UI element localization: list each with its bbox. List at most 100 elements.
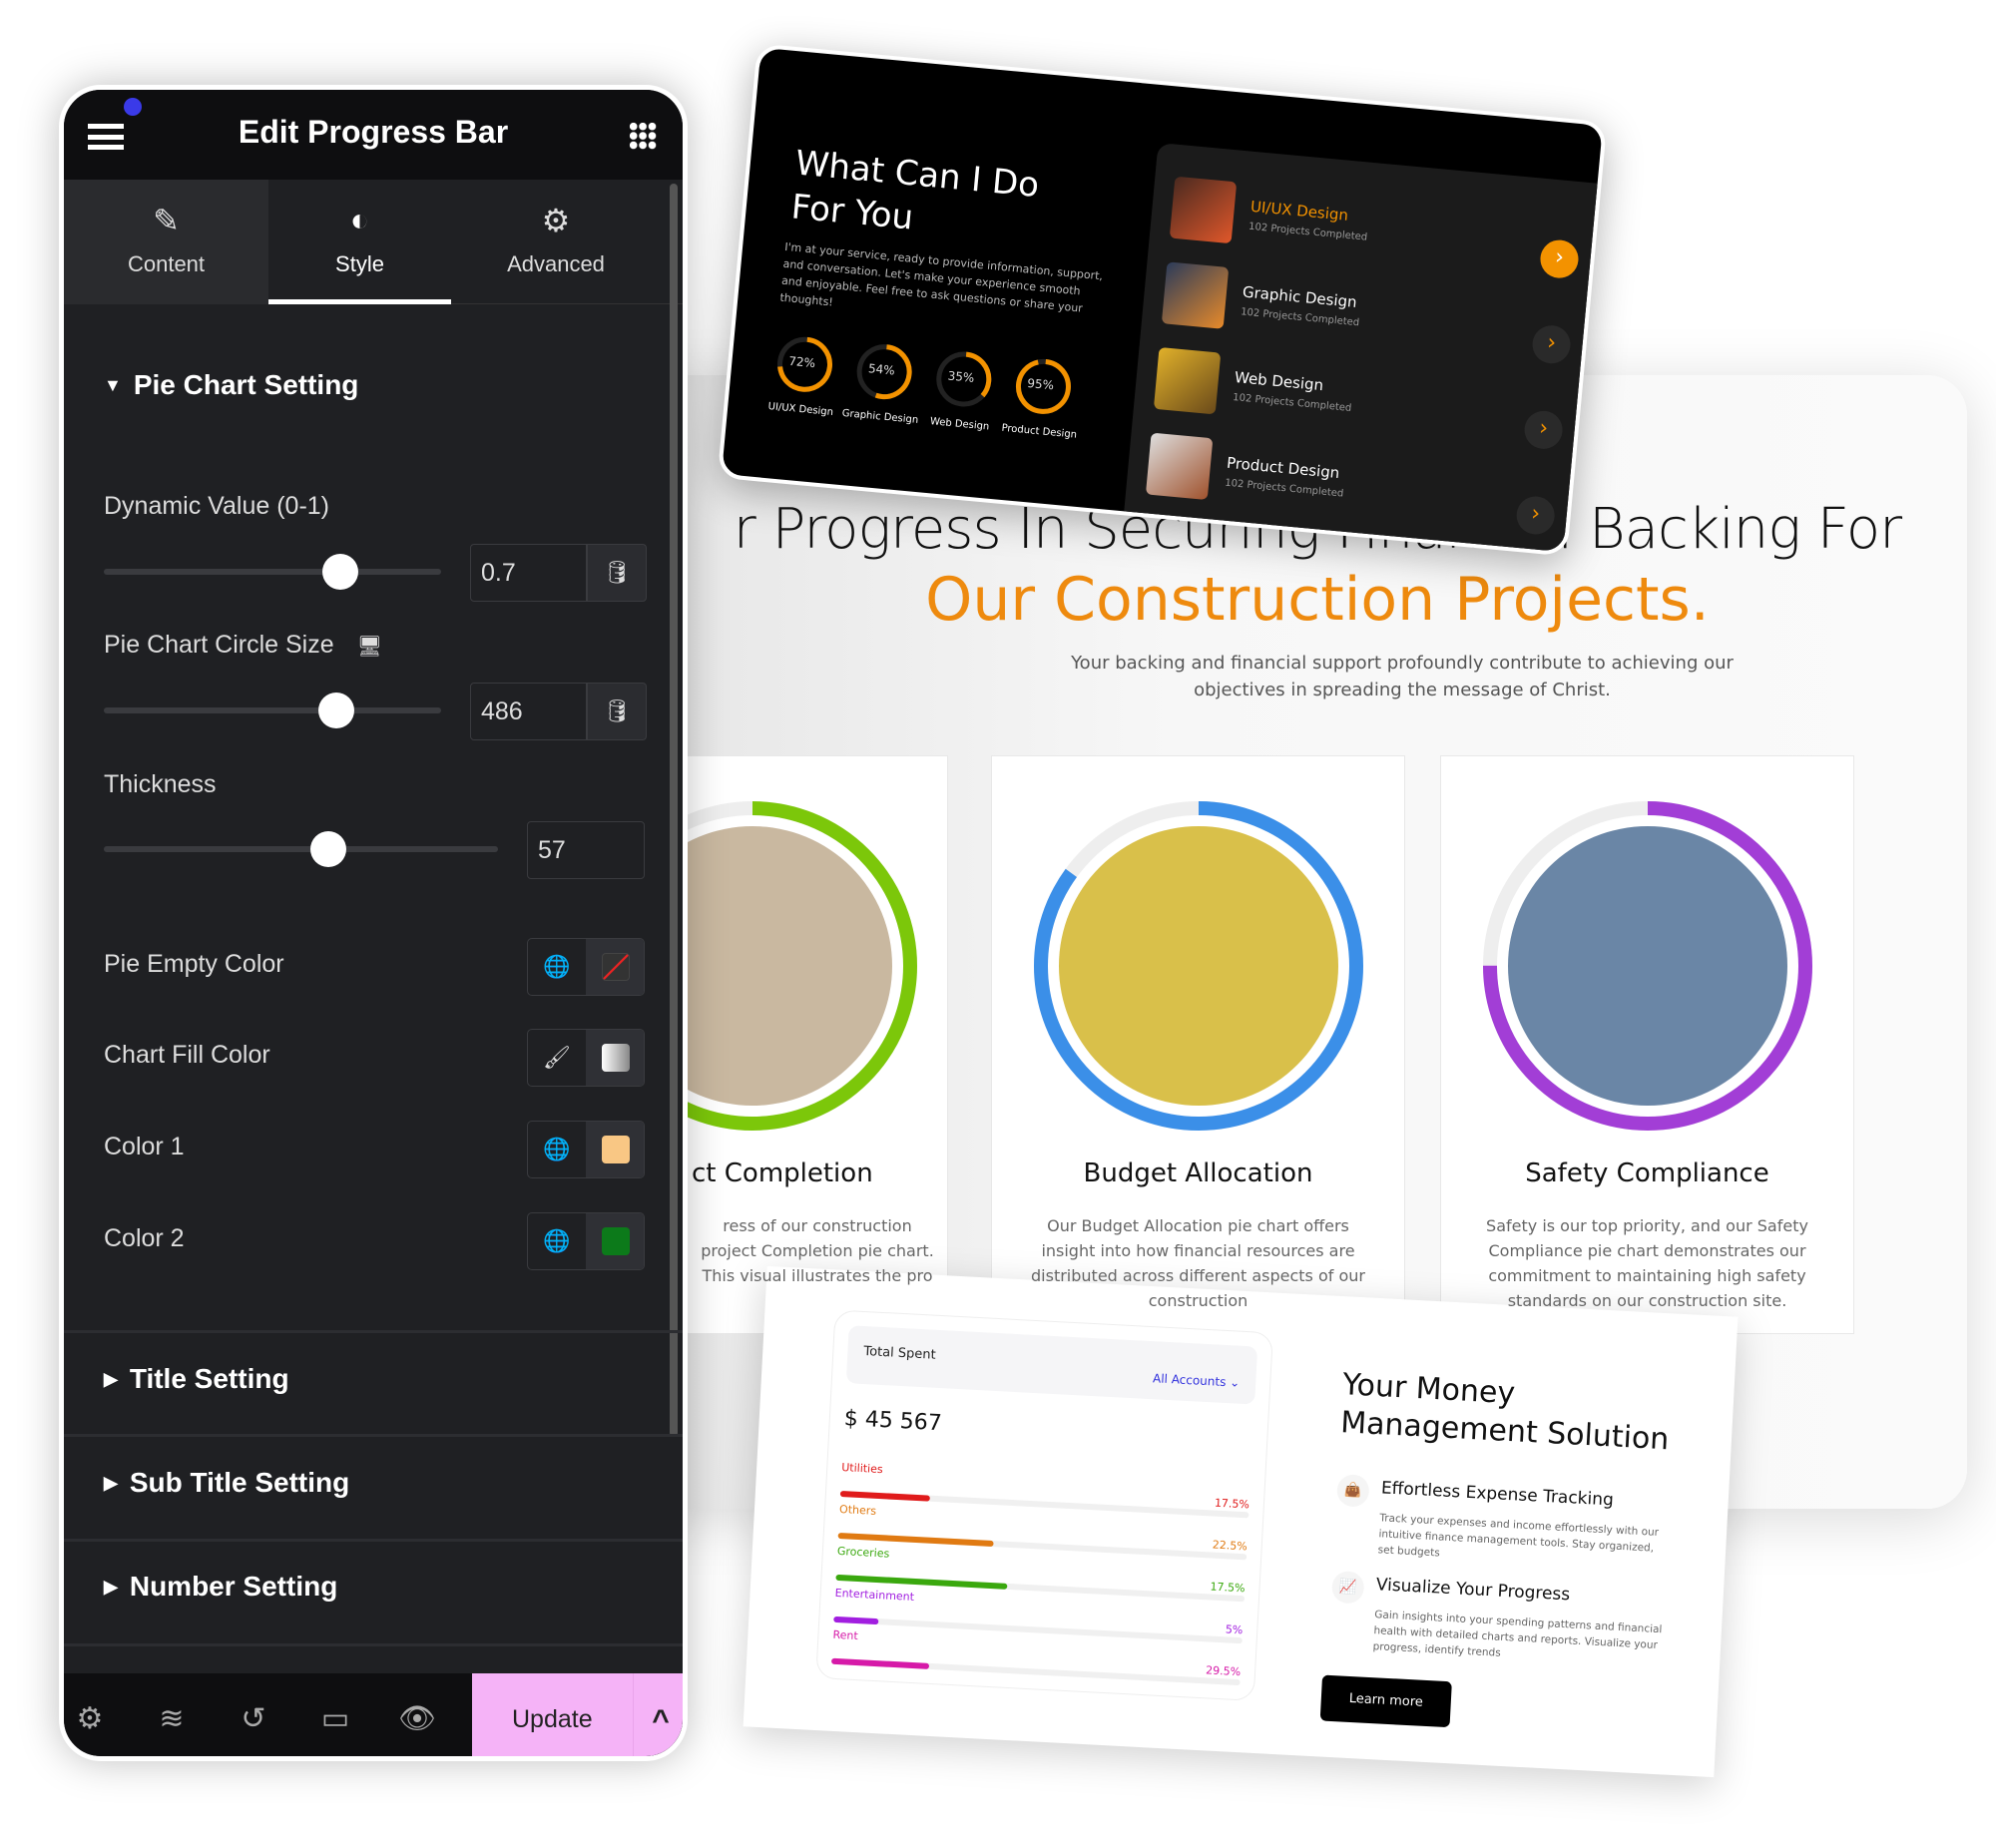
bar-percent: 5% (1225, 1622, 1244, 1637)
dynamic-value-input[interactable]: 0.7 (470, 544, 587, 602)
feature-title: Visualize Your Progress (1375, 1575, 1571, 1606)
circle-size-label-text: Pie Chart Circle Size (104, 631, 334, 659)
color-control[interactable]: 🌐 (527, 1212, 645, 1270)
pencil-icon: ✎ (153, 203, 180, 238)
eye-icon[interactable]: 👁 (397, 1701, 437, 1736)
editor-panel: Edit Progress Bar ✎ Content ◐ Style ⚙ Advan… (59, 85, 688, 1761)
dynamic-value-label: Dynamic Value (0-1) (104, 492, 330, 520)
globe-icon[interactable]: 🌐 (528, 1213, 586, 1269)
color-control[interactable]: 🌐 (527, 1121, 645, 1178)
brush-icon[interactable]: 🖌 (528, 1030, 586, 1086)
gear-icon: ⚙ (541, 203, 571, 238)
panel-scrollbar[interactable] (670, 184, 678, 1437)
globe-icon[interactable]: 🌐 (528, 939, 586, 995)
slider-handle[interactable] (318, 693, 355, 728)
spending-widget: Total Spent All Accounts ⌄ $ 45 567 Util… (815, 1309, 1273, 1701)
color-control[interactable]: 🌐 (527, 938, 645, 996)
color-swatch[interactable] (586, 1030, 644, 1086)
circle-size-slider[interactable] (104, 693, 441, 728)
section-number-setting[interactable]: ▶ Number Setting (104, 1571, 337, 1603)
money-title: Your Money Management Solution (1339, 1366, 1672, 1459)
money-title-line2: Management Solution (1339, 1405, 1671, 1458)
chevron-down-icon: ⌄ (1229, 1375, 1241, 1390)
service-thumbnail (1145, 432, 1214, 501)
apps-grid-icon[interactable] (629, 122, 657, 150)
globe-icon[interactable]: 🌐 (528, 1122, 586, 1177)
section-title: Number Setting (129, 1571, 338, 1602)
ring-label: Web Design (929, 416, 990, 433)
thickness-slider[interactable] (104, 831, 498, 867)
color-label: Chart Fill Color (104, 1041, 270, 1069)
bar-percent: 22.5% (1212, 1538, 1248, 1554)
section-title: Title Setting (129, 1363, 289, 1394)
dynamic-value-slider[interactable] (104, 554, 441, 590)
tab-content[interactable]: ✎ Content (64, 180, 268, 304)
money-title-line1: Your Money (1341, 1367, 1517, 1412)
tab-advanced[interactable]: ⚙ Advanced (451, 180, 661, 304)
chevron-right-icon[interactable]: › (1530, 323, 1573, 365)
database-icon[interactable]: 🛢 (587, 544, 647, 602)
ring-label: UI/UX Design (767, 401, 834, 419)
feature-title: Effortless Expense Tracking (1380, 1478, 1615, 1511)
section-title-setting[interactable]: ▶ Title Setting (104, 1363, 289, 1395)
gear-icon[interactable]: ⚙ (70, 1701, 110, 1736)
circle-size-label: Pie Chart Circle Size 🖥 (104, 631, 382, 660)
color-swatch[interactable] (586, 1122, 644, 1177)
service-title: Graphic Design (1242, 282, 1358, 311)
swatch-fill (602, 1136, 630, 1163)
layers-icon[interactable]: ≋ (152, 1701, 192, 1736)
section-pie-chart-setting[interactable]: ▼ Pie Chart Setting (104, 369, 358, 401)
caret-down-icon: ▼ (104, 375, 122, 395)
caret-right-icon: ▶ (104, 1577, 118, 1597)
thickness-input[interactable]: 57 (527, 821, 645, 879)
services-card: What Can I Do For You I'm at your service… (717, 43, 1608, 557)
tab-label: Advanced (507, 251, 605, 276)
chevron-up-icon[interactable]: ^ (633, 1673, 683, 1756)
money-management-card: Total Spent All Accounts ⌄ $ 45 567 Util… (743, 1265, 1739, 1778)
color-label: Color 1 (104, 1133, 185, 1160)
color-control[interactable]: 🖌 (527, 1029, 645, 1087)
project-card-completion: ct Completion ress of our construction p… (588, 755, 948, 1334)
color-swatch[interactable] (586, 939, 644, 995)
bar-label: Entertainment (834, 1586, 915, 1604)
section-heading-accent: Our Construction Projects. (925, 565, 1710, 635)
bar-percent: 17.5% (1214, 1496, 1250, 1512)
chevron-right-icon[interactable]: › (1514, 494, 1557, 537)
slider-handle[interactable] (321, 554, 358, 590)
service-subtitle: 102 Projects Completed (1248, 221, 1368, 243)
responsive-icon[interactable]: ▭ (315, 1701, 355, 1736)
wallet-icon: 👜 (1335, 1474, 1370, 1508)
feature-visualize-progress: 📈 Visualize Your Progress Gain insights … (1330, 1570, 1663, 1659)
services-text: I'm at your service, ready to provide in… (778, 239, 1104, 315)
bar-label: Utilities (840, 1461, 883, 1477)
update-label: Update (512, 1705, 593, 1733)
slider-handle[interactable] (310, 831, 347, 867)
learn-more-button[interactable]: Learn more (1319, 1674, 1452, 1728)
database-icon[interactable]: 🛢 (587, 683, 647, 740)
chevron-right-icon[interactable]: › (1522, 409, 1565, 451)
budget-ring (1033, 801, 1363, 1131)
panel-header: Edit Progress Bar (64, 90, 683, 180)
safety-ring (1482, 801, 1812, 1131)
skill-ring: 54% Graphic Design (841, 339, 920, 426)
bar-percent: 29.5% (1205, 1663, 1242, 1679)
desktop-icon[interactable]: 🖥 (357, 636, 382, 658)
service-thumbnail (1161, 261, 1230, 329)
section-title: Pie Chart Setting (133, 369, 359, 400)
bar-label: Others (838, 1502, 877, 1518)
panel-tabs: ✎ Content ◐ Style ⚙ Advanced (64, 180, 683, 304)
accounts-dropdown[interactable]: All Accounts ⌄ (1153, 1371, 1241, 1390)
color-swatch[interactable] (586, 1213, 644, 1269)
services-title-line2: For You (789, 187, 915, 238)
circle-size-input[interactable]: 486 (470, 683, 587, 740)
tab-style[interactable]: ◐ Style (268, 180, 451, 304)
section-sub-title-setting[interactable]: ▶ Sub Title Setting (104, 1467, 349, 1499)
chevron-right-icon[interactable]: › (1538, 237, 1581, 280)
update-button[interactable]: Update ^ (472, 1673, 683, 1756)
skill-ring: 35% Web Design (926, 346, 999, 433)
bar-fill (837, 1532, 994, 1548)
swatch-fill (602, 1044, 630, 1072)
history-icon[interactable]: ↺ (234, 1701, 273, 1736)
thickness-label: Thickness (104, 770, 217, 798)
feature-text: Track your expenses and income effortles… (1377, 1512, 1660, 1560)
